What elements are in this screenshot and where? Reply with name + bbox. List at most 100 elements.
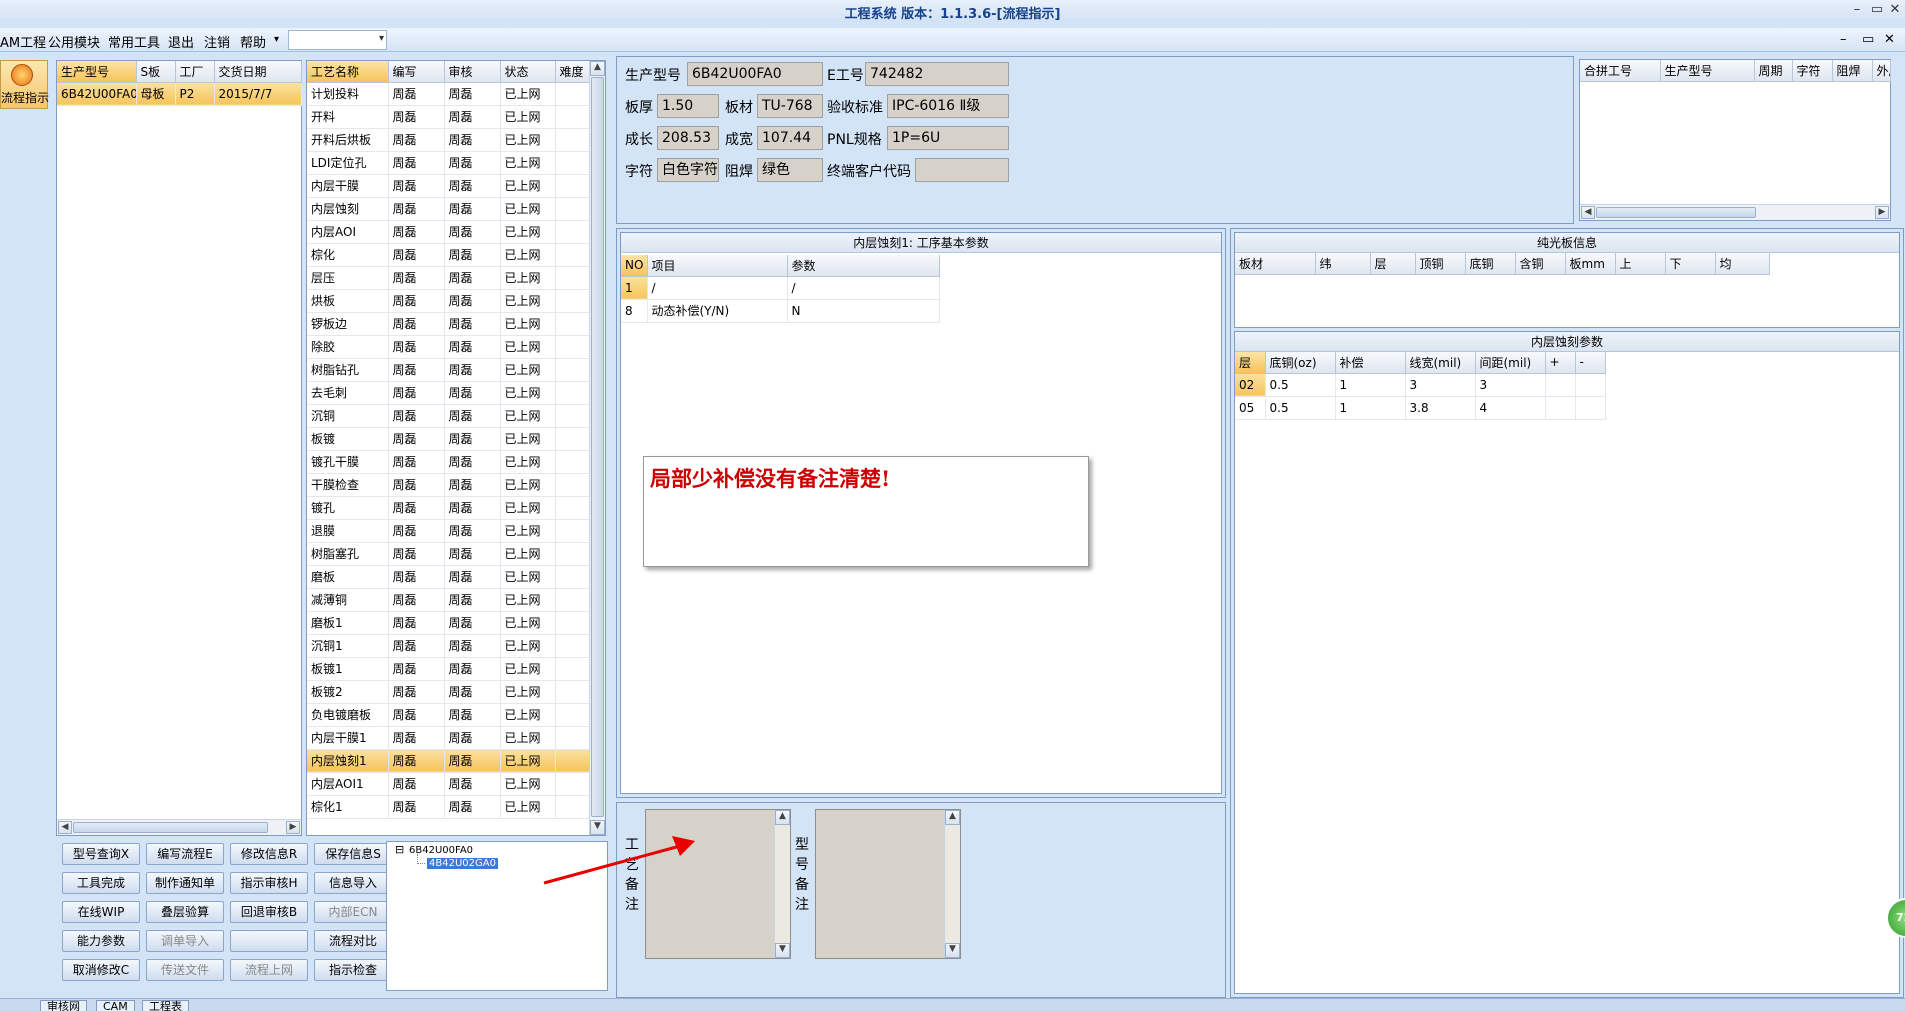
action-button-3-1[interactable]: 调单导入 (146, 930, 224, 952)
col-s-board[interactable]: S板 (136, 61, 176, 83)
scroll-right-icon[interactable]: ▶ (286, 821, 300, 834)
col-status[interactable]: 状态 (500, 61, 556, 83)
table-row[interactable]: 开料后烘板 周磊 周磊 已上网 (307, 128, 590, 152)
table-row[interactable]: 树脂钻孔 周磊 周磊 已上网 (307, 358, 590, 382)
action-button-2-1[interactable]: 叠层验算 (146, 901, 224, 923)
action-button-1-3[interactable]: 信息导入 (314, 872, 392, 894)
menu-help[interactable]: 帮助 (240, 32, 266, 51)
menu-public[interactable]: 公用模块 (48, 32, 100, 51)
scroll-thumb[interactable] (591, 77, 604, 817)
scroll-left-icon[interactable]: ◀ (1581, 206, 1595, 219)
remark-vscrollbar[interactable]: ▲ ▼ (944, 810, 960, 958)
menu-exit[interactable]: 退出 (168, 32, 194, 51)
col-light-2[interactable]: 层 (1370, 253, 1416, 275)
col-etch-3[interactable]: 线宽(mil) (1405, 352, 1476, 374)
table-row[interactable]: 层压 周磊 周磊 已上网 (307, 266, 590, 290)
table-row[interactable]: 内层AOI1 周磊 周磊 已上网 (307, 772, 590, 796)
process-vscrollbar[interactable]: ▲ ▼ (589, 61, 605, 835)
col-etch-5[interactable]: + (1545, 352, 1576, 374)
tab-engineering[interactable]: 工程表 (142, 1000, 189, 1011)
table-row[interactable]: 镀孔干膜 周磊 周磊 已上网 (307, 450, 590, 474)
action-button-0-3[interactable]: 保存信息S (314, 843, 392, 865)
length-field[interactable]: 208.53 (657, 126, 719, 150)
action-button-3-3[interactable]: 流程对比 (314, 930, 392, 952)
col-difficulty[interactable]: 难度 (555, 61, 590, 83)
table-row[interactable]: 板镀1 周磊 周磊 已上网 (307, 657, 590, 681)
col-light-7[interactable]: 上 (1615, 253, 1666, 275)
action-button-2-0[interactable]: 在线WIP (62, 901, 140, 923)
table-row[interactable]: 板镀2 周磊 周磊 已上网 (307, 680, 590, 704)
col-light-8[interactable]: 下 (1665, 253, 1716, 275)
scroll-down-icon[interactable]: ▼ (945, 943, 960, 958)
menu-tools[interactable]: 常用工具 (108, 32, 160, 51)
table-row[interactable]: 内层干膜 周磊 周磊 已上网 (307, 174, 590, 198)
table-row[interactable]: 6B42U00FA0 母板 P2 2015/7/7 (57, 82, 302, 106)
col-process-name[interactable]: 工艺名称 (307, 61, 389, 83)
col-etch-2[interactable]: 补偿 (1335, 352, 1406, 374)
standard-field[interactable]: IPC-6016 Ⅱ级 (887, 94, 1009, 118)
col-etch-1[interactable]: 底铜(oz) (1265, 352, 1336, 374)
col-etch-6[interactable]: - (1575, 352, 1606, 374)
width-field[interactable]: 107.44 (757, 126, 823, 150)
table-row[interactable]: 除胶 周磊 周磊 已上网 (307, 335, 590, 359)
table-row[interactable]: 磨板1 周磊 周磊 已上网 (307, 611, 590, 635)
toolbar-combobox[interactable]: ▾ (288, 30, 387, 50)
table-row[interactable]: 02 0.5 1 3 3 (1235, 373, 1606, 397)
scroll-up-icon[interactable]: ▲ (945, 810, 960, 825)
col-param[interactable]: 参数 (787, 255, 940, 277)
action-button-3-0[interactable]: 能力参数 (62, 930, 140, 952)
col-factory[interactable]: 工厂 (175, 61, 215, 83)
action-button-1-1[interactable]: 制作通知单 (146, 872, 224, 894)
table-row[interactable]: 负电镀磨板 周磊 周磊 已上网 (307, 703, 590, 727)
table-row[interactable]: 磨板 周磊 周磊 已上网 (307, 565, 590, 589)
col-item[interactable]: 项目 (647, 255, 788, 277)
material-field[interactable]: TU-768 (757, 94, 823, 118)
help-dropdown-icon[interactable]: ▾ (274, 34, 279, 45)
table-row[interactable]: 内层干膜1 周磊 周磊 已上网 (307, 726, 590, 750)
action-button-2-2[interactable]: 回退审核B (230, 901, 308, 923)
scroll-thumb[interactable] (73, 822, 268, 833)
col-reviewer[interactable]: 审核 (444, 61, 501, 83)
action-button-3-2[interactable] (230, 930, 308, 952)
table-row[interactable]: 内层AOI 周磊 周磊 已上网 (307, 220, 590, 244)
table-row[interactable]: 去毛刺 周磊 周磊 已上网 (307, 381, 590, 405)
col-etch-0[interactable]: 层 (1235, 352, 1266, 374)
table-row[interactable]: 板镀 周磊 周磊 已上网 (307, 427, 590, 451)
action-button-1-2[interactable]: 指示审核H (230, 872, 308, 894)
mdi-restore-button[interactable]: ▭ (1862, 32, 1874, 47)
menu-cam[interactable]: AM工程 (0, 32, 46, 51)
minimize-button[interactable]: – (1846, 2, 1868, 20)
table-row[interactable]: 锣板边 周磊 周磊 已上网 (307, 312, 590, 336)
action-button-4-0[interactable]: 取消修改C (62, 959, 140, 981)
col-light-6[interactable]: 板mm (1565, 253, 1616, 275)
action-button-4-1[interactable]: 传送文件 (146, 959, 224, 981)
mdi-minimize-button[interactable]: – (1840, 32, 1847, 47)
tree-child-selected[interactable]: 4B42U02GA0 (427, 858, 498, 869)
tab-review[interactable]: 审核网 (40, 1000, 87, 1011)
action-button-2-3[interactable]: 内部ECN (314, 901, 392, 923)
mask-field[interactable]: 绿色 (757, 158, 823, 182)
col-light-4[interactable]: 底铜 (1465, 253, 1516, 275)
tab-cam[interactable]: CAM (96, 1000, 135, 1011)
col-writer[interactable]: 编写 (388, 61, 445, 83)
col-outer[interactable]: 外层 (1872, 60, 1891, 82)
table-row[interactable]: LDI定位孔 周磊 周磊 已上网 (307, 151, 590, 175)
table-row[interactable]: 8 动态补偿(Y/N) N (621, 299, 940, 323)
scroll-left-icon[interactable]: ◀ (58, 821, 72, 834)
thickness-field[interactable]: 1.50 (657, 94, 719, 118)
table-row[interactable]: 棕化1 周磊 周磊 已上网 (307, 795, 590, 819)
table-row[interactable]: 计划投料 周磊 周磊 已上网 (307, 82, 590, 106)
col-light-0[interactable]: 板材 (1235, 253, 1316, 275)
col-period[interactable]: 周期 (1754, 60, 1793, 82)
customer-field[interactable] (915, 158, 1009, 182)
scroll-thumb[interactable] (1596, 207, 1756, 218)
table-row[interactable]: 沉铜 周磊 周磊 已上网 (307, 404, 590, 428)
table-row[interactable]: 退膜 周磊 周磊 已上网 (307, 519, 590, 543)
table-row[interactable]: 棕化 周磊 周磊 已上网 (307, 243, 590, 267)
col-char[interactable]: 字符 (1792, 60, 1833, 82)
pnl-field[interactable]: 1P=6U (887, 126, 1009, 150)
scroll-down-icon[interactable]: ▼ (775, 943, 790, 958)
table-row[interactable]: 烘板 周磊 周磊 已上网 (307, 289, 590, 313)
action-button-1-0[interactable]: 工具完成 (62, 872, 140, 894)
col-light-9[interactable]: 均 (1715, 253, 1770, 275)
